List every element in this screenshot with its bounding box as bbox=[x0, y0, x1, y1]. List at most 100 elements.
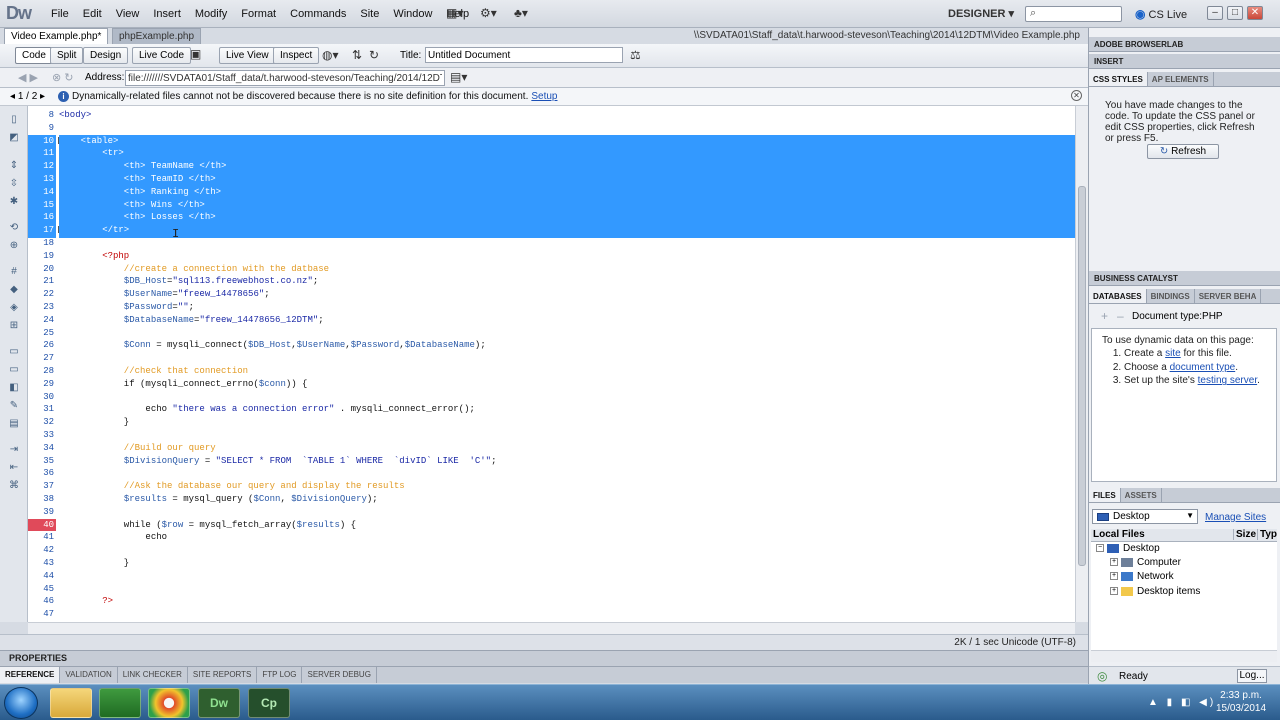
line-number[interactable]: 38 bbox=[28, 493, 56, 506]
editor-vertical-scrollbar[interactable] bbox=[1075, 106, 1088, 622]
line-number[interactable]: 13 bbox=[28, 173, 56, 186]
layout-icon[interactable]: ▦▾ bbox=[446, 6, 463, 20]
code-line[interactable]: 35 $DivisionQuery = "SELECT * FROM `TABL… bbox=[28, 455, 1075, 468]
properties-panel[interactable]: PROPERTIES bbox=[0, 650, 1088, 666]
line-number[interactable]: 16 bbox=[28, 211, 56, 224]
plus-icon[interactable]: + bbox=[1101, 309, 1108, 323]
tree-item-computer[interactable]: + Computer bbox=[1110, 557, 1181, 570]
options-icon[interactable]: ▤▾ bbox=[450, 70, 467, 84]
line-number[interactable]: 47 bbox=[28, 608, 56, 621]
document-type-link[interactable]: document type bbox=[1170, 362, 1236, 373]
code-line[interactable]: 33 bbox=[28, 429, 1075, 442]
collapse-icon[interactable]: − bbox=[1096, 544, 1104, 553]
line-number[interactable]: 34 bbox=[28, 442, 56, 455]
menu-insert[interactable]: Insert bbox=[146, 8, 188, 20]
design-view-button[interactable]: Design bbox=[83, 47, 129, 64]
highlight-invalid-icon[interactable]: ◆ bbox=[7, 284, 21, 296]
split-view-button[interactable]: Split bbox=[50, 47, 84, 64]
tree-item-desktop-items[interactable]: + Desktop items bbox=[1110, 586, 1200, 599]
line-number[interactable]: 26 bbox=[28, 339, 56, 352]
code-line[interactable]: 11 <tr> bbox=[28, 147, 1075, 161]
tab-ap-elements[interactable]: AP ELEMENTS bbox=[1148, 72, 1214, 86]
check-page-icon[interactable]: ⚖ bbox=[630, 48, 641, 62]
code-line[interactable]: 22 $UserName="freew_14478656"; bbox=[28, 288, 1075, 301]
tab-ftp-log[interactable]: FTP LOG bbox=[257, 667, 303, 683]
collapse-full-tag-icon[interactable]: ⇕ bbox=[7, 160, 21, 172]
code-line[interactable]: 44 bbox=[28, 570, 1075, 583]
line-number[interactable]: 25 bbox=[28, 327, 56, 340]
line-number[interactable]: 24 bbox=[28, 314, 56, 327]
line-number[interactable]: 27 bbox=[28, 352, 56, 365]
code-line[interactable]: 29 if (mysqli_connect_errno($conn)) { bbox=[28, 378, 1075, 391]
log-button[interactable]: Log... bbox=[1237, 669, 1267, 683]
line-number[interactable]: 23 bbox=[28, 301, 56, 314]
code-line[interactable]: 19 <?php bbox=[28, 250, 1075, 263]
code-line[interactable]: 12 <th> TeamName </th> bbox=[28, 160, 1075, 173]
code-line[interactable]: 17− </tr> bbox=[28, 224, 1075, 237]
business-catalyst-header[interactable]: BUSINESS CATALYST bbox=[1089, 271, 1280, 286]
code-line[interactable]: 28 //check that connection bbox=[28, 365, 1075, 378]
tab-server-behaviors[interactable]: SERVER BEHA bbox=[1195, 289, 1262, 303]
live-code-button[interactable]: Live Code bbox=[132, 47, 192, 64]
line-number[interactable]: 21 bbox=[28, 275, 56, 288]
code-line[interactable]: 39 bbox=[28, 506, 1075, 519]
code-line[interactable]: 32 } bbox=[28, 416, 1075, 429]
browserlab-panel-header[interactable]: ADOBE BROWSERLAB bbox=[1089, 37, 1280, 52]
line-number[interactable]: 22 bbox=[28, 288, 56, 301]
tab-assets[interactable]: ASSETS bbox=[1121, 488, 1162, 502]
explorer-taskbar-icon[interactable] bbox=[50, 688, 92, 718]
file-management-icon[interactable]: ⇅ bbox=[352, 48, 362, 62]
browser-preview-icon[interactable]: ◍▾ bbox=[322, 48, 339, 62]
line-number[interactable]: 8 bbox=[28, 109, 56, 122]
code-line[interactable]: 8 <body> bbox=[28, 109, 1075, 122]
open-documents-icon[interactable]: ▯ bbox=[7, 114, 21, 126]
menu-window[interactable]: Window bbox=[386, 8, 439, 20]
line-number[interactable]: 42 bbox=[28, 544, 56, 557]
code-line[interactable]: 41 echo bbox=[28, 531, 1075, 544]
move-css-icon[interactable]: ▤ bbox=[7, 418, 21, 430]
balance-braces-icon[interactable]: ⊕ bbox=[7, 240, 21, 252]
line-number[interactable]: 43 bbox=[28, 557, 56, 570]
address-input[interactable] bbox=[125, 70, 445, 86]
code-line[interactable]: 40 while ($row = mysql_fetch_array($resu… bbox=[28, 518, 1075, 532]
manage-sites-link[interactable]: Manage Sites bbox=[1205, 512, 1266, 523]
line-numbers-icon[interactable]: # bbox=[7, 266, 21, 278]
local-files-column[interactable]: Local Files bbox=[1093, 529, 1145, 540]
maximize-button[interactable]: □ bbox=[1227, 6, 1243, 20]
line-number[interactable]: 15 bbox=[28, 199, 56, 212]
menu-file[interactable]: File bbox=[44, 8, 76, 20]
code-line[interactable]: 20 //create a connection with the datbas… bbox=[28, 263, 1075, 276]
menu-commands[interactable]: Commands bbox=[283, 8, 353, 20]
line-number[interactable]: 46 bbox=[28, 595, 56, 608]
line-number[interactable]: 44 bbox=[28, 570, 56, 583]
code-line[interactable]: 25 bbox=[28, 327, 1075, 340]
code-editor[interactable]: 8<body>910− <table>11 <tr>12 <th> TeamNa… bbox=[28, 106, 1075, 622]
apply-comment-icon[interactable]: ▭ bbox=[7, 346, 21, 358]
dreamweaver-taskbar-icon[interactable]: Dw bbox=[198, 688, 240, 718]
tab-site-reports[interactable]: SITE REPORTS bbox=[188, 667, 258, 683]
menu-site[interactable]: Site bbox=[353, 8, 386, 20]
expand-icon[interactable]: + bbox=[1110, 587, 1118, 596]
code-view-button[interactable]: Code bbox=[15, 47, 53, 64]
workspace-switcher[interactable]: DESIGNER ▾ bbox=[948, 7, 1014, 20]
tree-item-desktop[interactable]: − Desktop bbox=[1096, 543, 1160, 556]
site-link[interactable]: site bbox=[1165, 348, 1181, 359]
line-number[interactable]: 32 bbox=[28, 416, 56, 429]
menu-edit[interactable]: Edit bbox=[76, 8, 109, 20]
line-number[interactable]: 29 bbox=[28, 378, 56, 391]
help-search-input[interactable]: ⌕ bbox=[1025, 6, 1122, 22]
code-line[interactable]: 15 <th> Wins </th> bbox=[28, 198, 1075, 212]
code-line[interactable]: 43 } bbox=[28, 557, 1075, 570]
show-code-navigator-icon[interactable]: ◩ bbox=[7, 132, 21, 144]
live-view-button[interactable]: Live View bbox=[219, 47, 276, 64]
inspect-button[interactable]: Inspect bbox=[273, 47, 320, 64]
line-number[interactable]: 18 bbox=[28, 237, 56, 250]
remove-comment-icon[interactable]: ▭ bbox=[7, 364, 21, 376]
line-number[interactable]: 11 bbox=[28, 147, 56, 160]
files-horizontal-scrollbar[interactable] bbox=[1091, 650, 1277, 662]
line-number[interactable]: 19 bbox=[28, 250, 56, 263]
line-number[interactable]: 31 bbox=[28, 403, 56, 416]
tab-reference[interactable]: REFERENCE bbox=[0, 667, 61, 683]
code-line[interactable]: 37 //Ask the database our query and disp… bbox=[28, 480, 1075, 493]
code-line[interactable]: 18 bbox=[28, 237, 1075, 250]
